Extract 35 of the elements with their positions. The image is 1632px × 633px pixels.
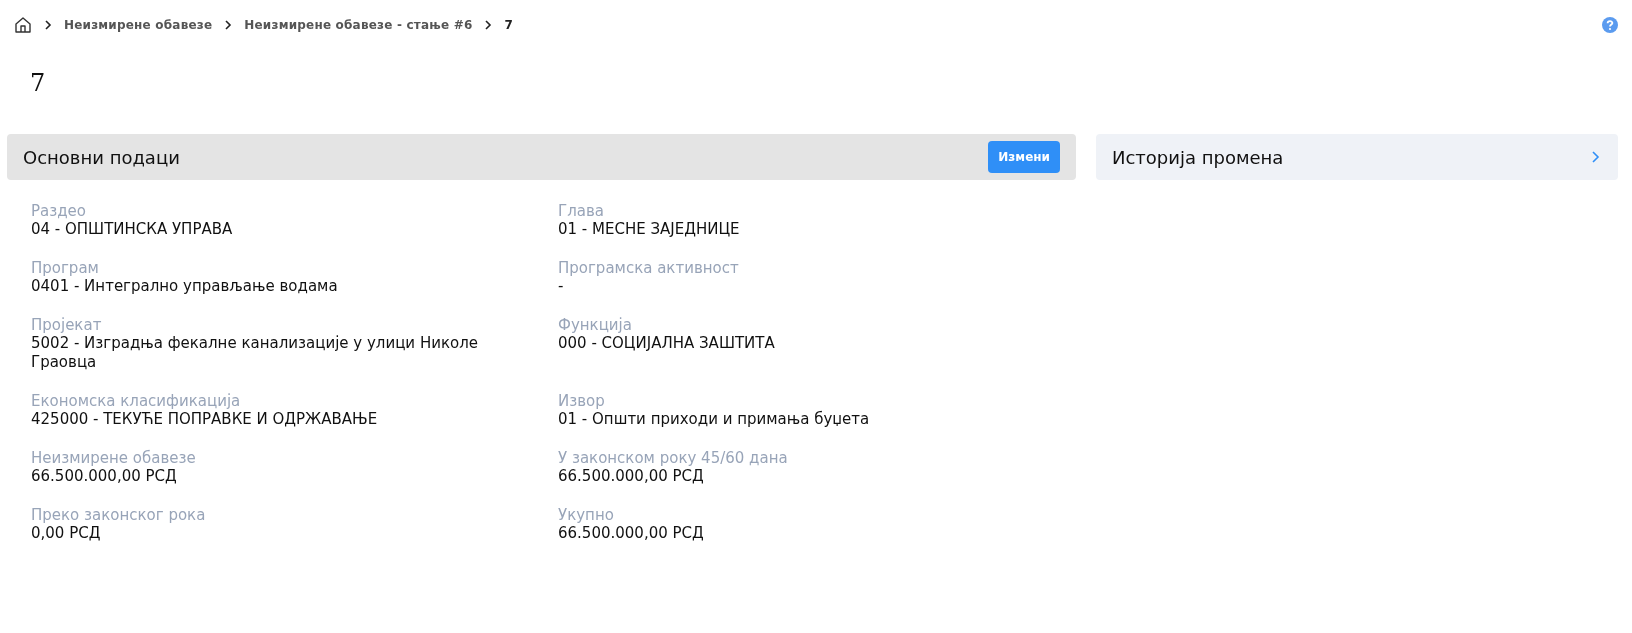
breadcrumb-link[interactable]: Неизмирене обавезе - стање #6 — [244, 18, 473, 32]
field-label: Неизмирене обавезе — [31, 449, 197, 467]
field-value: 425000 - ТЕКУЋЕ ПОПРАВКЕ И ОДРЖАВАЊЕ — [31, 410, 379, 429]
field-value: 66.500.000,00 РСД — [31, 467, 178, 486]
field-value: 04 - ОПШТИНСКА УПРАВА — [31, 220, 234, 239]
chevron-icon — [44, 20, 52, 30]
breadcrumb-link[interactable]: Неизмирене обавезе — [64, 18, 213, 32]
field-value: 0,00 РСД — [31, 524, 102, 543]
field-label: Програмска активност — [558, 259, 740, 277]
field-value: 66.500.000,00 РСД — [558, 467, 705, 486]
field-label: Глава — [558, 202, 605, 220]
field-label: Економска класификација — [31, 392, 242, 410]
field-label: Пројекат — [31, 316, 103, 334]
field-value: 000 - СОЦИЈАЛНА ЗАШТИТА — [558, 334, 776, 353]
chevron-icon — [484, 20, 493, 30]
field-label: Раздео — [31, 202, 87, 220]
field-value: 01 - МЕСНЕ ЗАЈЕДНИЦЕ — [558, 220, 741, 239]
panel-title: Основни подаци — [23, 146, 180, 168]
page-title: 7 — [30, 68, 47, 98]
chevron-icon — [224, 20, 233, 30]
history-title: Историја промена — [1112, 146, 1284, 168]
field-label: Програм — [31, 259, 100, 277]
field-label: Извор — [558, 392, 606, 410]
field-value: 01 - Општи приходи и примања буџета — [558, 410, 871, 429]
field-value: 5002 - Изградња фекалне канализације у улици Николе Граовца — [31, 334, 479, 372]
field-value: 66.500.000,00 РСД — [558, 524, 705, 543]
field-label: У законском року 45/60 дана — [558, 449, 789, 467]
field-value: - — [558, 277, 565, 296]
field-value: 0401 - Интегрално управљање водама — [31, 277, 339, 296]
field-label: Преко законског рока — [31, 506, 207, 524]
field-label: Функција — [558, 316, 633, 334]
history-panel[interactable]: Историја промена — [1096, 134, 1618, 180]
field-label: Укупно — [558, 506, 615, 524]
home-icon[interactable] — [14, 16, 32, 34]
help-icon[interactable] — [1602, 17, 1618, 33]
